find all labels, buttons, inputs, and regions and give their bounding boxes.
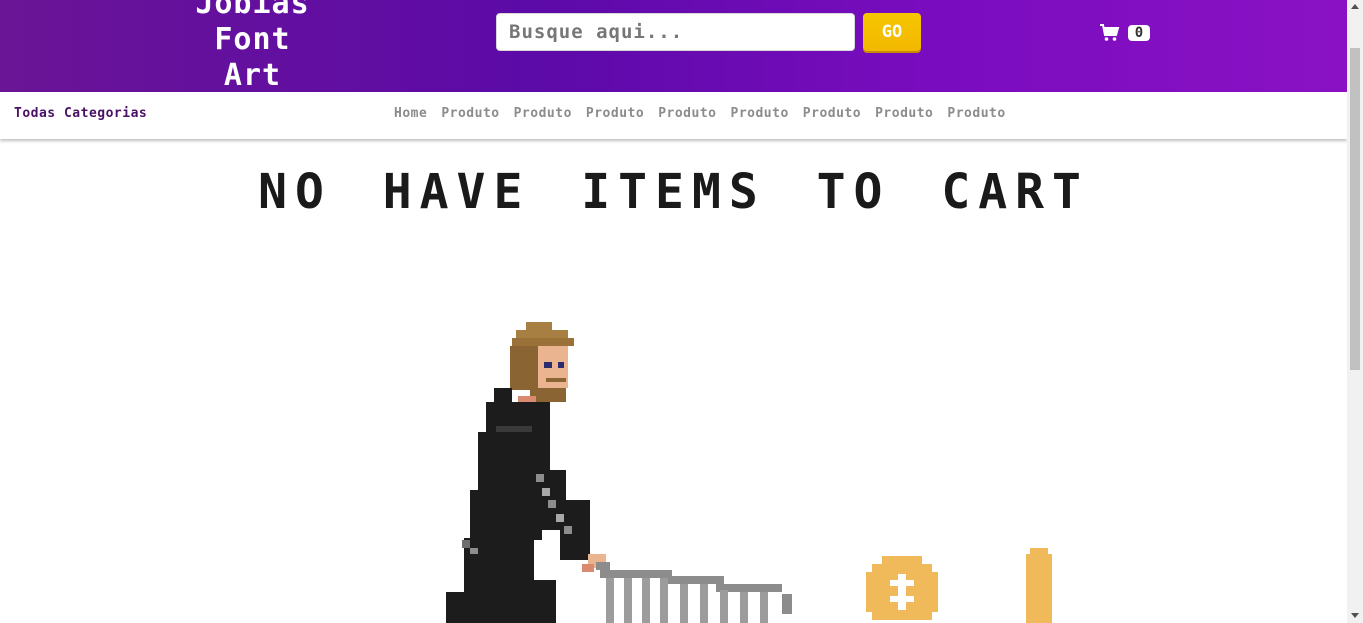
scroll-down-arrow-icon[interactable] bbox=[1351, 613, 1359, 618]
scroll-up-arrow-icon[interactable] bbox=[1351, 4, 1359, 9]
scrollbar-thumb[interactable] bbox=[1350, 48, 1360, 370]
empty-cart-illustration bbox=[446, 322, 1052, 623]
vertical-scrollbar[interactable] bbox=[1347, 0, 1363, 623]
